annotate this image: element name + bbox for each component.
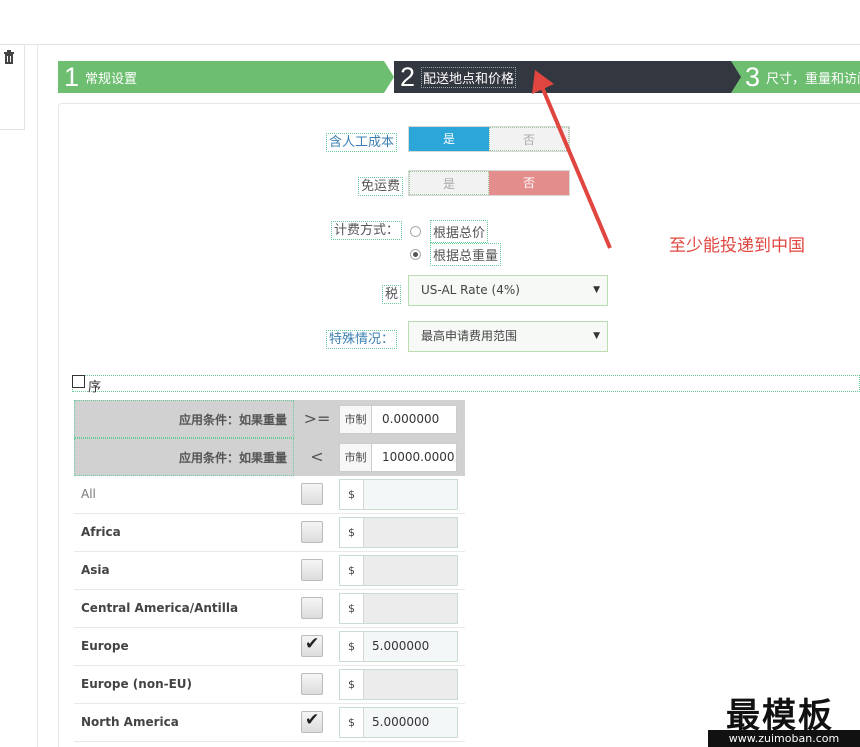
free-shipping-label: 免运费 — [358, 175, 404, 196]
billing-label: 计费方式： — [331, 219, 403, 240]
step-number: 2 — [400, 62, 416, 92]
caret-down-icon: ▼ — [593, 331, 600, 341]
zone-amount-input[interactable]: $ — [339, 669, 458, 700]
sort-label: 序 — [88, 380, 102, 395]
step-label: 尺寸，重量和访问 — [766, 71, 860, 87]
step-label: 配送地点和价格 — [421, 66, 517, 88]
zone-row: Europe (non-EU) $ — [74, 666, 465, 704]
zone-checkbox[interactable] — [301, 597, 323, 619]
zone-row: North America ✔ $ 5.000000 — [74, 704, 465, 742]
condition-value[interactable]: 10000.0000 — [372, 444, 456, 471]
zone-amount[interactable] — [364, 480, 457, 509]
zone-checkbox[interactable]: ✔ — [301, 634, 323, 657]
zone-row: Central America/Antilla $ — [74, 590, 465, 628]
special-value: 最高申请费用范围 — [421, 329, 518, 343]
zone-row: Africa $ — [74, 514, 465, 552]
zone-amount-input[interactable]: $ 5.000000 — [339, 631, 458, 662]
zone-amount-input[interactable]: $ — [339, 517, 458, 548]
currency-label: $ — [340, 594, 364, 623]
zone-amount[interactable] — [364, 594, 457, 623]
special-select[interactable]: 最高申请费用范围 ▼ — [408, 321, 608, 352]
zone-name: Africa — [81, 525, 121, 539]
step-general[interactable]: 1 常规设置 — [58, 61, 394, 93]
condition-row: 应用条件：如果重量 >= 市制 0.000000 — [74, 400, 465, 438]
zone-checkbox[interactable] — [301, 521, 323, 543]
watermark-url: www.zuimoban.com — [708, 730, 860, 747]
annotation-arrow-icon — [532, 70, 612, 249]
zone-name: Central America/Antilla — [81, 601, 239, 615]
condition-operator: < — [310, 447, 324, 466]
zone-row: Europe ✔ $ 5.000000 — [74, 628, 465, 666]
radio-icon[interactable] — [410, 226, 421, 237]
caret-down-icon: ▼ — [593, 285, 600, 295]
divider — [37, 45, 38, 747]
wizard-steps: 1 常规设置 2 配送地点和价格 3 尺寸，重量和访问 — [58, 61, 860, 93]
zone-row: Asia $ — [74, 552, 465, 590]
condition-label: 应用条件：如果重量 — [74, 400, 294, 438]
zone-name: Europe — [81, 639, 129, 653]
zone-checkbox[interactable] — [301, 483, 323, 505]
zone-amount[interactable] — [364, 518, 457, 547]
checkmark-icon: ✔ — [305, 634, 320, 654]
trash-icon[interactable] — [3, 50, 15, 64]
radio-checked-icon[interactable] — [410, 249, 421, 260]
currency-label: $ — [340, 670, 364, 699]
currency-label: $ — [340, 518, 364, 547]
free-shipping-yes[interactable]: 是 — [409, 171, 489, 195]
unit-label: 市制 — [340, 406, 372, 433]
condition-operator: >= — [303, 409, 331, 428]
zone-name: North America — [81, 715, 179, 729]
zone-amount-input[interactable]: $ — [339, 555, 458, 586]
billing-option-total-weight[interactable]: 根据总重量 — [410, 243, 502, 266]
zone-name: All — [81, 487, 96, 501]
zone-amount[interactable]: 5.000000 — [364, 708, 457, 737]
currency-label: $ — [340, 632, 364, 661]
top-bar — [0, 0, 860, 45]
condition-input[interactable]: 市制 0.000000 — [339, 405, 457, 434]
condition-input[interactable]: 市制 10000.0000 — [339, 443, 457, 472]
tax-label: 税 — [382, 283, 402, 304]
zone-checkbox[interactable] — [301, 559, 323, 581]
zone-name: Asia — [81, 563, 110, 577]
zone-row: All $ — [74, 476, 465, 514]
currency-label: $ — [340, 556, 364, 585]
step-number: 3 — [745, 62, 761, 92]
zone-amount-input[interactable]: $ — [339, 593, 458, 624]
zone-name: Europe (non-EU) — [81, 677, 193, 691]
currency-label: $ — [340, 708, 364, 737]
checkmark-icon: ✔ — [305, 710, 320, 730]
condition-row: 应用条件：如果重量 < 市制 10000.0000 — [74, 438, 465, 476]
step-label: 常规设置 — [85, 71, 138, 87]
step-number: 1 — [64, 62, 80, 92]
step-dimensions[interactable]: 3 尺寸，重量和访问 — [731, 61, 860, 93]
zone-amount[interactable] — [364, 556, 457, 585]
zone-amount-input[interactable]: $ — [339, 479, 458, 510]
currency-label: $ — [340, 480, 364, 509]
zone-amount[interactable] — [364, 670, 457, 699]
watermark-logo: 最模板 www.zuimoban.com — [708, 688, 860, 747]
condition-label: 应用条件：如果重量 — [74, 438, 294, 476]
tax-value: US-AL Rate (4%) — [421, 283, 520, 297]
tax-select[interactable]: US-AL Rate (4%) ▼ — [408, 275, 608, 306]
zone-amount-input[interactable]: $ 5.000000 — [339, 707, 458, 738]
special-label: 特殊情况： — [326, 328, 398, 349]
edit-icon[interactable] — [72, 375, 85, 388]
condition-value[interactable]: 0.000000 — [372, 406, 456, 433]
labor-cost-label: 含人工成本 — [326, 131, 398, 152]
annotation-note: 至少能投递到中国 — [669, 236, 805, 256]
sort-row: 序 — [72, 375, 860, 395]
billing-option-total-price[interactable]: 根据总价 — [410, 220, 489, 243]
zone-checkbox[interactable]: ✔ — [301, 710, 323, 733]
labor-cost-yes[interactable]: 是 — [409, 127, 489, 151]
zone-amount[interactable]: 5.000000 — [364, 632, 457, 661]
zone-checkbox[interactable] — [301, 673, 323, 695]
unit-label: 市制 — [340, 444, 372, 471]
